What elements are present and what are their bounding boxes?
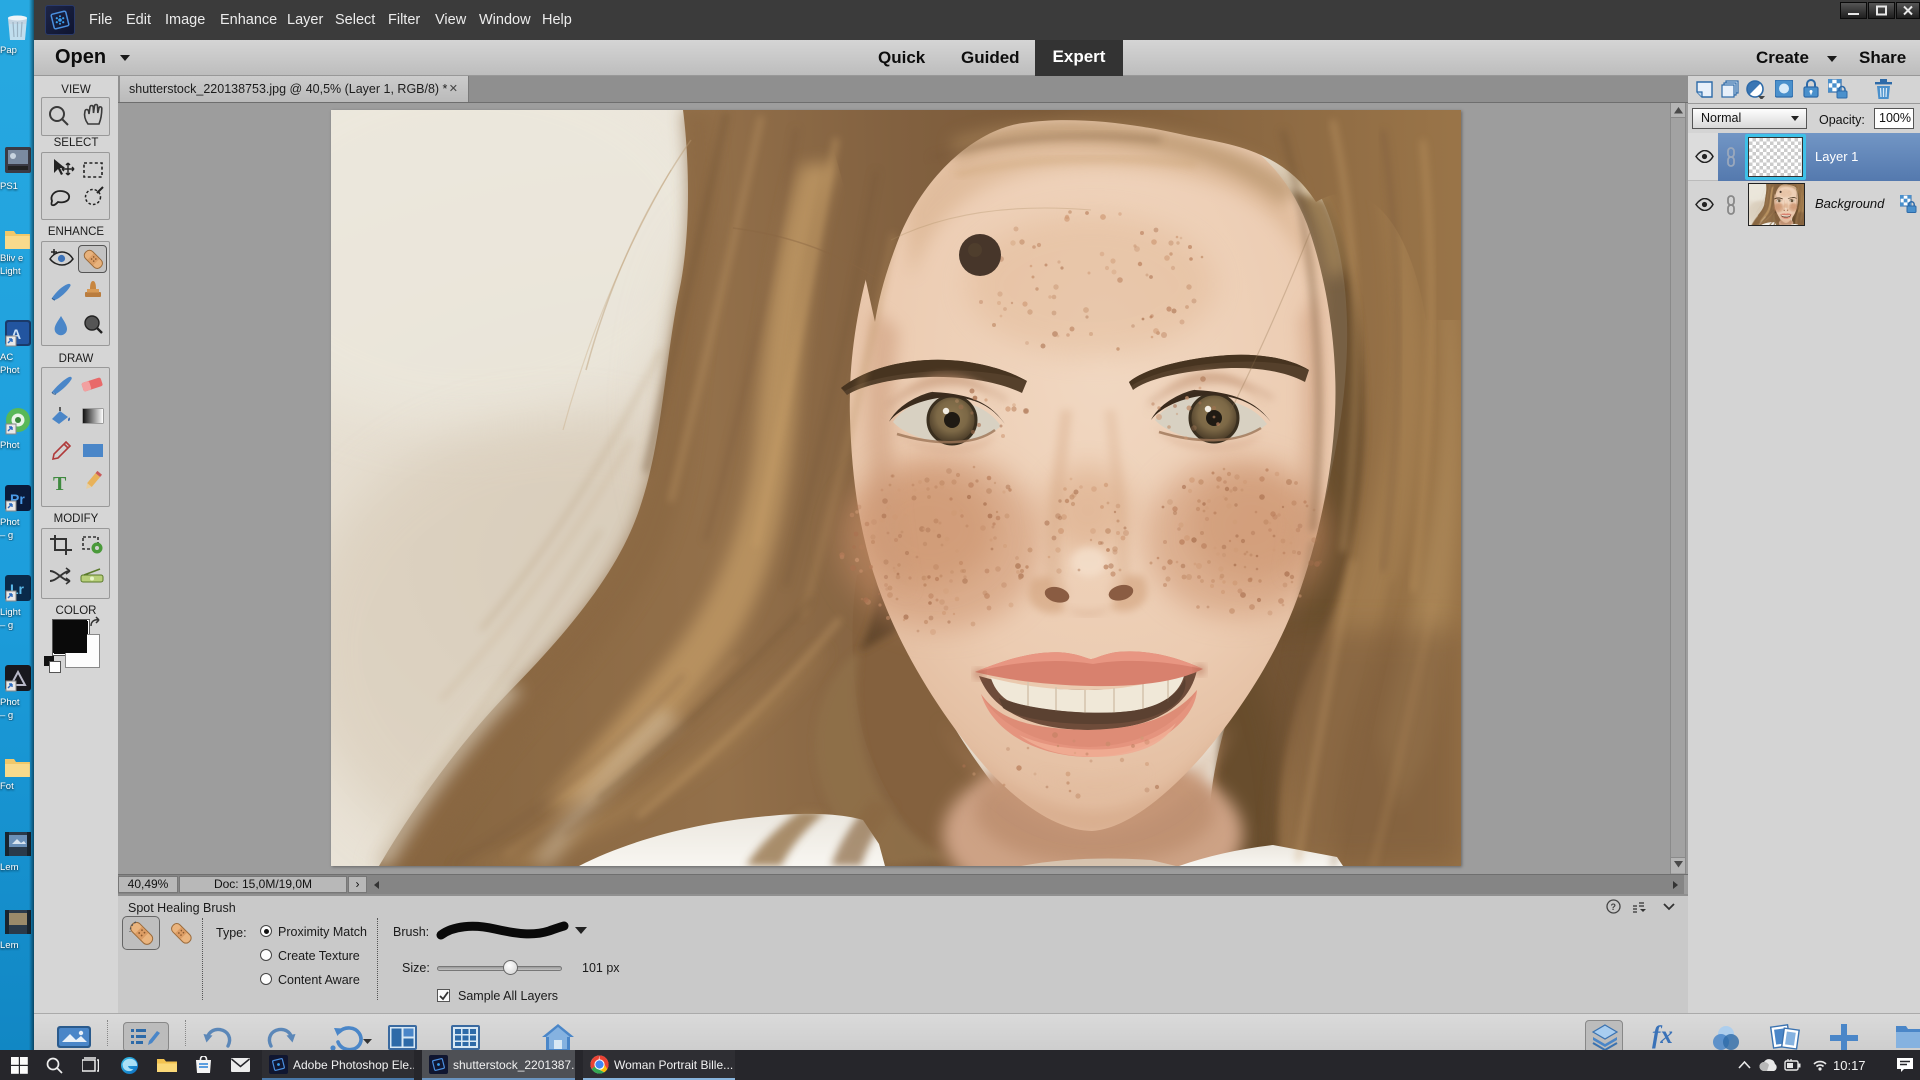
svg-text:?: ? bbox=[1611, 902, 1617, 912]
svg-text:T: T bbox=[53, 473, 67, 495]
